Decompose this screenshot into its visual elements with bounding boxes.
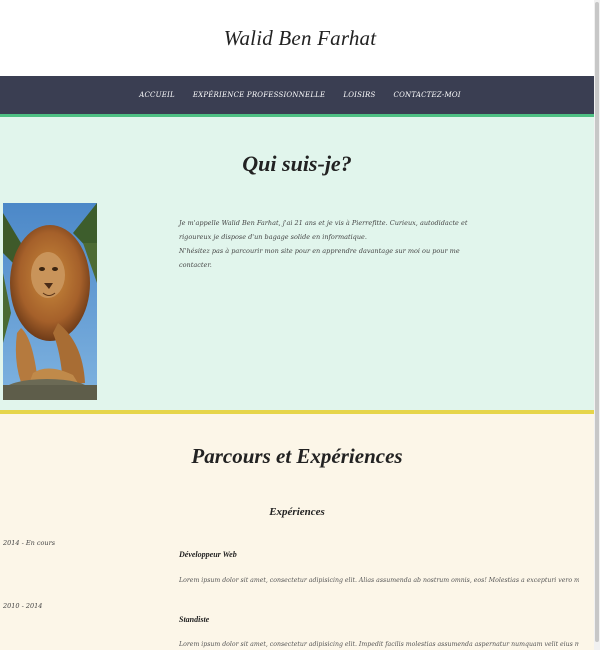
entry-job-title: Développeur Web: [179, 550, 237, 559]
site-title: Walid Ben Farhat: [223, 25, 377, 50]
entry-job-title: Standiste: [179, 615, 210, 624]
nav-item-experience[interactable]: Expérience professionnelle: [184, 91, 335, 99]
lion-photo: [3, 203, 97, 400]
experiences-heading: Expériences: [269, 506, 325, 518]
entry-date: 2014 - En cours: [3, 539, 56, 547]
parcours-title: Parcours et Expériences: [191, 444, 403, 468]
about-title: Qui suis-je?: [242, 151, 352, 176]
main-nav: Accueil Expérience professionnelle Loisi…: [0, 76, 600, 114]
entry-description: Lorem ipsum dolor sit amet, consectetur …: [179, 641, 579, 648]
entry-date: 2010 - 2014: [3, 602, 43, 610]
about-section: Qui suis-je? Je m'appelle Walid Ben Farh…: [0, 117, 600, 410]
about-text: Je m'appelle Walid Ben Farhat, j'ai 21 a…: [179, 216, 479, 272]
parcours-section: Parcours et Expériences Expériences 2014…: [0, 414, 600, 650]
entry-description: Lorem ipsum dolor sit amet, consectetur …: [179, 577, 579, 584]
about-text-line-2: N'hésitez pas à parcourir mon site pour …: [179, 247, 460, 269]
site-header: Walid Ben Farhat: [0, 0, 600, 76]
nav-item-accueil[interactable]: Accueil: [130, 91, 184, 99]
about-text-line-1: Je m'appelle Walid Ben Farhat, j'ai 21 a…: [179, 219, 468, 241]
page-scrollbar[interactable]: [594, 0, 600, 650]
nav-item-contact[interactable]: Contactez-moi: [385, 91, 470, 99]
scrollbar-thumb[interactable]: [595, 2, 599, 642]
nav-item-loisirs[interactable]: Loisirs: [334, 91, 384, 99]
